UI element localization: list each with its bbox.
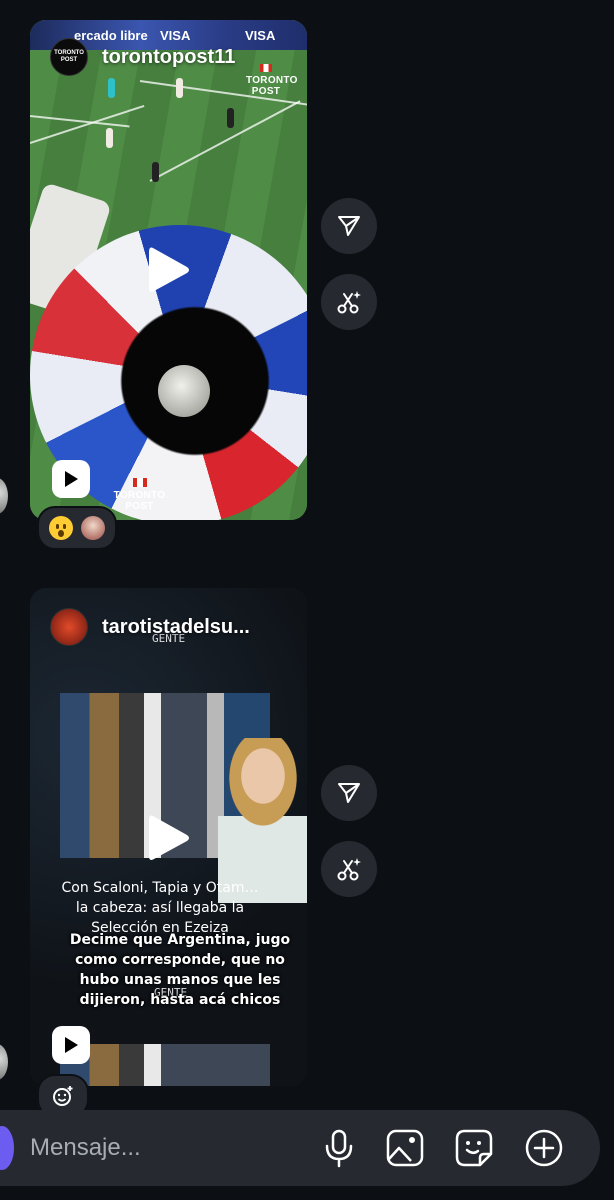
gallery-button[interactable] — [384, 1126, 426, 1170]
football-bladder — [158, 365, 210, 417]
team-photo-repeat — [60, 1044, 270, 1086]
player — [227, 108, 234, 128]
reel-play-icon — [65, 1037, 78, 1053]
author-avatar[interactable]: TORONTO POST — [50, 38, 88, 76]
sender-avatar[interactable] — [0, 478, 8, 514]
shared-reel-card[interactable]: GENTE Con Scaloni, Tapia y Otam… la cabe… — [30, 588, 307, 1086]
reel-header[interactable]: tarotistadelsu... — [50, 608, 250, 646]
sender-avatar[interactable] — [0, 1044, 8, 1080]
reactor-avatar — [81, 516, 105, 540]
reactions-pill[interactable] — [37, 506, 117, 550]
player — [108, 78, 115, 98]
microphone-icon — [325, 1129, 353, 1168]
add-reaction-icon — [53, 1086, 73, 1106]
reel-badge[interactable] — [52, 460, 90, 498]
message-input[interactable] — [30, 1134, 290, 1162]
news-caption: Con Scaloni, Tapia y Otam… la cabeza: as… — [61, 880, 259, 936]
image-icon — [386, 1129, 424, 1167]
author-avatar[interactable] — [50, 608, 88, 646]
player — [152, 162, 159, 182]
microphone-button[interactable] — [318, 1126, 360, 1170]
remix-button[interactable] — [321, 274, 377, 330]
banner-ad: VISA — [245, 28, 276, 43]
flag-icon — [260, 64, 272, 72]
watermark-logo: TORONTO POST — [246, 64, 298, 97]
reel-header[interactable]: TORONTO POST torontopost11 — [50, 38, 235, 76]
author-name[interactable]: torontopost11 — [102, 46, 235, 69]
reel-play-icon — [65, 471, 78, 487]
share-button[interactable] — [321, 198, 377, 254]
sticker-button[interactable] — [453, 1126, 495, 1170]
send-icon — [338, 783, 360, 803]
scissors-sparkle-icon — [337, 858, 361, 881]
astonished-face-emoji — [49, 516, 73, 540]
watermark-text: TORONTO POST — [113, 490, 166, 512]
more-options-button[interactable] — [523, 1126, 565, 1170]
overlay-caption: Decime que Argentina, jugo como correspo… — [69, 932, 291, 1008]
plus-circle-icon — [525, 1129, 563, 1167]
scissors-sparkle-icon — [337, 291, 361, 314]
player — [176, 78, 183, 98]
play-icon[interactable] — [147, 812, 191, 864]
watermark-text: TORONTO POST — [246, 75, 298, 97]
sticker-icon — [455, 1129, 493, 1167]
share-button[interactable] — [321, 765, 377, 821]
shared-reel-card[interactable]: ercado libre VISA VISA TORONTO POST toro… — [30, 20, 307, 520]
play-icon[interactable] — [147, 244, 191, 296]
player — [106, 128, 113, 148]
watermark-logo: TORONTO POST — [112, 478, 167, 512]
remix-button[interactable] — [321, 841, 377, 897]
flag-icon — [132, 478, 147, 487]
author-name[interactable]: tarotistadelsu... — [102, 616, 250, 639]
send-icon — [338, 216, 360, 236]
reel-badge[interactable] — [52, 1026, 90, 1064]
